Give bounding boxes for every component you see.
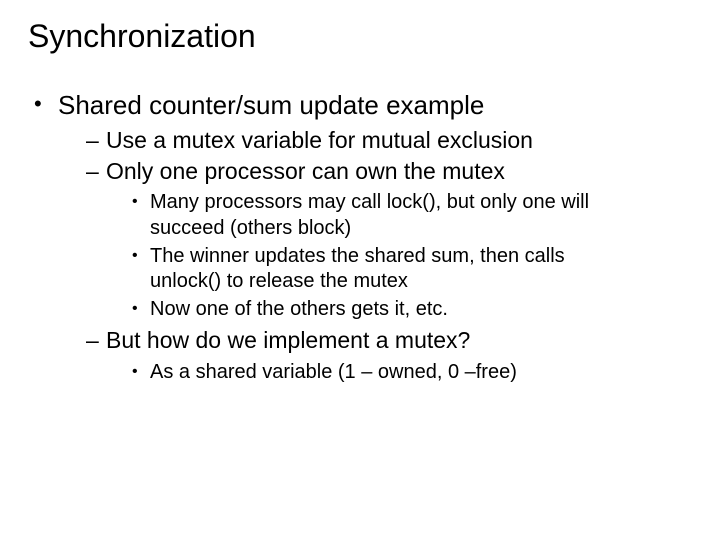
bullet-text: The winner updates the shared sum, then … [150,245,565,293]
bullet-list-level3: Many processors may call lock(), but onl… [106,190,692,322]
list-item: But how do we implement a mutex? As a sh… [86,326,692,385]
bullet-text: But how do we implement a mutex? [106,327,470,353]
bullet-text: Use a mutex variable for mutual exclusio… [106,127,533,153]
list-item: Many processors may call lock(), but onl… [132,190,610,241]
bullet-list-level1: Shared counter/sum update example Use a … [28,89,692,385]
list-item: Now one of the others gets it, etc. [132,297,610,323]
list-item: Only one processor can own the mutex Man… [86,157,692,322]
bullet-list-level3: As a shared variable (1 – owned, 0 –free… [106,360,692,386]
bullet-text: Shared counter/sum update example [58,90,484,120]
bullet-list-level2: Use a mutex variable for mutual exclusio… [58,126,692,386]
list-item: As a shared variable (1 – owned, 0 –free… [132,360,610,386]
bullet-text: Many processors may call lock(), but onl… [150,191,589,239]
list-item: Shared counter/sum update example Use a … [32,89,692,385]
slide-title: Synchronization [28,18,692,55]
list-item: The winner updates the shared sum, then … [132,244,610,295]
bullet-text: Now one of the others gets it, etc. [150,298,448,320]
slide: Synchronization Shared counter/sum updat… [0,0,720,540]
bullet-text: Only one processor can own the mutex [106,158,505,184]
list-item: Use a mutex variable for mutual exclusio… [86,126,692,155]
bullet-text: As a shared variable (1 – owned, 0 –free… [150,361,517,383]
